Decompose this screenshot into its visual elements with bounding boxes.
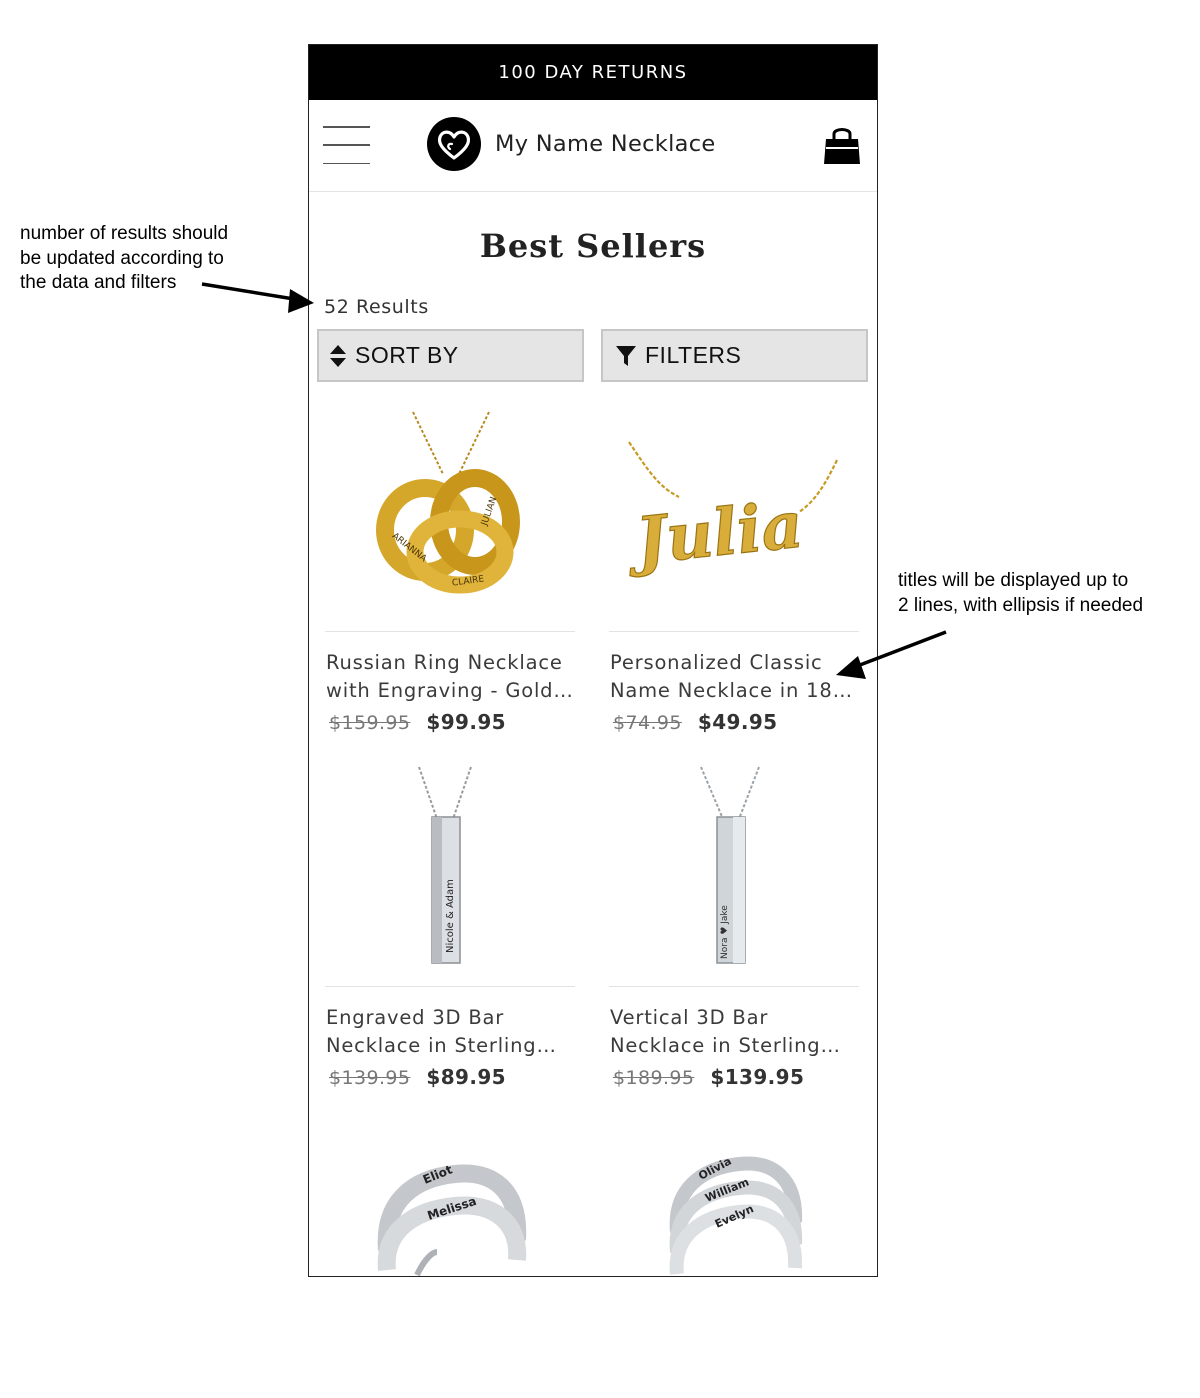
- brand-name: My Name Necklace: [495, 131, 716, 157]
- mobile-screen: 100 DAY RETURNS My Name Necklace Best Se…: [308, 44, 878, 1277]
- product-title[interactable]: Vertical 3D Bar Necklace in Sterling Sil…: [609, 1004, 859, 1059]
- engraving-text: Nicole & Adam: [445, 879, 456, 953]
- engraving-text: William: [703, 1175, 751, 1204]
- annotation-line: titles will be displayed up to: [898, 570, 1129, 591]
- promo-text: 100 DAY RETURNS: [498, 62, 688, 83]
- sort-arrows-icon: [330, 344, 346, 367]
- results-count: 52 Results: [324, 296, 429, 318]
- brand-home-link[interactable]: My Name Necklace: [427, 117, 716, 171]
- annotation-results-note: number of results should be updated acco…: [20, 222, 228, 296]
- annotation-line: be updated according to: [20, 247, 224, 269]
- price-row: $159.95 $99.95: [325, 710, 575, 734]
- product-image[interactable]: Nora ♥ Jake: [609, 757, 859, 987]
- product-card[interactable]: Eliot Melissa: [325, 1140, 575, 1276]
- heart-logo-icon: [427, 117, 481, 171]
- product-card[interactable]: Nora ♥ Jake Vertical 3D Bar Necklace in …: [609, 757, 859, 1089]
- sale-price: $89.95: [426, 1065, 506, 1089]
- sale-price: $99.95: [426, 710, 506, 734]
- price-row: $189.95 $139.95: [609, 1065, 859, 1089]
- annotation-line: number of results should: [20, 223, 229, 244]
- product-card[interactable]: Julia Personalized Classic Name Necklace…: [609, 402, 859, 734]
- product-card[interactable]: Nicole & Adam Engraved 3D Bar Necklace i…: [325, 757, 575, 1089]
- product-card[interactable]: Olivia William Evelyn: [609, 1140, 859, 1276]
- hamburger-icon[interactable]: [323, 126, 370, 164]
- promo-bar[interactable]: 100 DAY RETURNS: [309, 45, 877, 100]
- product-title[interactable]: Russian Ring Necklace with Engraving - G…: [325, 649, 575, 704]
- sale-price: $139.95: [710, 1065, 805, 1089]
- product-image[interactable]: Nicole & Adam: [325, 757, 575, 987]
- site-header: My Name Necklace: [309, 100, 877, 192]
- product-image[interactable]: Olivia William Evelyn: [609, 1140, 859, 1276]
- filters-button[interactable]: FILTERS: [601, 329, 868, 382]
- engraving-text: Julia: [622, 487, 807, 580]
- price-row: $139.95 $89.95: [325, 1065, 575, 1089]
- annotation-line: the data and filters: [20, 272, 177, 293]
- sort-by-button[interactable]: SORT BY: [317, 329, 584, 382]
- product-image[interactable]: Eliot Melissa: [325, 1140, 575, 1276]
- engraving-text: Olivia: [696, 1155, 733, 1183]
- original-price: $139.95: [329, 1067, 411, 1089]
- page-title: Best Sellers: [479, 227, 707, 265]
- engraving-text: Nora ♥ Jake: [720, 905, 730, 959]
- original-price: $159.95: [329, 712, 411, 734]
- product-image[interactable]: Julia: [609, 402, 859, 632]
- product-title[interactable]: Personalized Classic Name Necklace in 18…: [609, 649, 859, 704]
- funnel-icon: [616, 345, 636, 366]
- filters-label: FILTERS: [645, 342, 742, 368]
- product-image[interactable]: ARIANNA CLAIRE JULIAN: [325, 402, 575, 632]
- product-card[interactable]: ARIANNA CLAIRE JULIAN Russian Ring Neckl…: [325, 402, 575, 734]
- original-price: $74.95: [613, 712, 682, 734]
- shopping-bag-icon[interactable]: [821, 124, 863, 166]
- sale-price: $49.95: [697, 710, 778, 734]
- sort-by-label: SORT BY: [355, 342, 459, 368]
- product-title[interactable]: Engraved 3D Bar Necklace in Sterling Sil…: [325, 1004, 575, 1059]
- annotation-line: 2 lines, with ellipsis if needed: [898, 594, 1144, 616]
- original-price: $189.95: [613, 1067, 695, 1089]
- annotation-title-note: titles will be displayed up to 2 lines, …: [898, 569, 1143, 618]
- price-row: $74.95 $49.95: [609, 710, 859, 734]
